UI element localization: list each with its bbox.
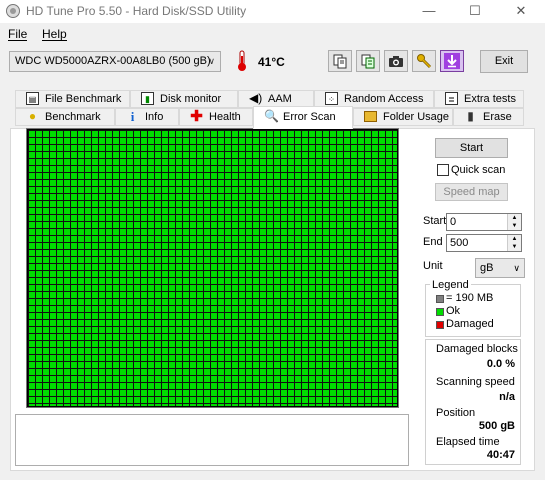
tab-extra-tests[interactable]: ≣ Extra tests (434, 90, 524, 108)
file-benchmark-icon: ▤ (26, 91, 39, 105)
tab-label: Health (209, 111, 241, 123)
start-button[interactable]: Start (435, 138, 508, 158)
scan-log-area[interactable] (15, 414, 409, 466)
folder-icon (364, 110, 377, 122)
menu-file[interactable]: File (8, 27, 28, 41)
scanning-speed-value: n/a (499, 391, 515, 403)
tab-label: Extra tests (464, 93, 516, 105)
drive-select-value: WDC WD5000AZRX-00A8LB0 (500 gB) (15, 55, 211, 67)
tab-label: Erase (483, 111, 512, 123)
thermometer-icon (238, 50, 246, 71)
damaged-blocks-label: Damaged blocks (436, 343, 518, 355)
copy-button[interactable] (328, 50, 352, 72)
quick-scan-checkbox[interactable] (437, 164, 449, 176)
speaker-icon: ◀) (249, 90, 263, 105)
position-label: Position (436, 407, 476, 419)
lightbulb-icon: ● (28, 108, 37, 123)
tab-health[interactable]: ✚ Health (179, 108, 253, 126)
unit-label: Unit (423, 260, 443, 272)
scan-block-grid (26, 128, 399, 408)
end-spinbox[interactable]: 500 ▲ ▼ (446, 234, 522, 252)
health-cross-icon: ✚ (190, 107, 203, 125)
tab-label: Disk monitor (160, 93, 222, 105)
exit-button[interactable]: Exit (480, 50, 528, 73)
tab-label: Benchmark (45, 111, 101, 123)
spin-down-icon: ▼ (508, 222, 521, 230)
tab-label: File Benchmark (45, 93, 122, 105)
tab-label: Random Access (344, 93, 424, 105)
legend-swatch-ok (436, 308, 444, 316)
window-title: HD Tune Pro 5.50 - Hard Disk/SSD Utility (26, 4, 247, 18)
end-spin-arrows[interactable]: ▲ ▼ (507, 235, 521, 251)
maximize-button[interactable]: ☐ (452, 0, 498, 22)
tab-disk-monitor[interactable]: ▮ Disk monitor (130, 90, 238, 108)
tab-label: Error Scan (283, 111, 336, 123)
legend-ok: Ok (446, 305, 461, 317)
tab-label: AAM (268, 93, 292, 105)
start-spin-arrows[interactable]: ▲ ▼ (507, 214, 521, 230)
tab-label: Folder Usage (383, 111, 450, 123)
copy-info-icon (361, 54, 375, 69)
wrench-icon (417, 54, 432, 69)
chevron-down-icon: ∨ (513, 263, 520, 273)
scan-blocks (28, 130, 397, 406)
start-label: Start (423, 215, 447, 227)
app-icon (6, 4, 20, 18)
random-access-icon: ⁘ (325, 91, 338, 105)
unit-select[interactable]: gB ∨ (475, 258, 525, 278)
chevron-down-icon: ∨ (208, 56, 215, 66)
damaged-blocks-value: 0.0 % (486, 358, 515, 370)
legend-damaged: Damaged (446, 318, 494, 330)
spin-down-icon: ▼ (508, 243, 521, 251)
save-button[interactable] (440, 50, 464, 72)
download-icon (444, 53, 460, 69)
temperature-readout: 41°C (258, 55, 285, 69)
minimize-button[interactable]: — (406, 0, 452, 22)
disk-monitor-icon: ▮ (141, 91, 154, 105)
spin-up-icon: ▲ (508, 235, 521, 243)
camera-icon (389, 56, 403, 67)
menu-help[interactable]: Help (42, 27, 67, 41)
menu-help-label: Help (42, 27, 67, 41)
copy-icon (333, 54, 347, 69)
extra-tests-icon: ≣ (445, 91, 458, 105)
end-label: End (423, 236, 443, 248)
magnifier-icon: 🔍 (264, 108, 279, 123)
menu-bar (0, 23, 545, 43)
trash-icon: ▮ (467, 108, 474, 123)
menu-file-label: File (8, 27, 28, 41)
tab-info[interactable]: i Info (115, 108, 179, 126)
tab-erase[interactable]: ▮ Erase (453, 108, 524, 126)
close-button[interactable]: ✕ (498, 0, 544, 22)
legend-swatch-block-size (436, 295, 444, 303)
tab-file-benchmark[interactable]: ▤ File Benchmark (15, 90, 130, 108)
scanning-speed-label: Scanning speed (436, 376, 515, 388)
unit-value: gB (480, 262, 494, 274)
copy-info-button[interactable] (356, 50, 380, 72)
tab-benchmark[interactable]: ● Benchmark (15, 108, 115, 126)
position-value: 500 gB (478, 420, 515, 432)
screenshot-button[interactable] (384, 50, 408, 72)
drive-select[interactable]: WDC WD5000AZRX-00A8LB0 (500 gB) ∨ (9, 51, 221, 72)
legend-swatch-damaged (436, 321, 444, 329)
elapsed-time-label: Elapsed time (436, 436, 500, 448)
start-spinbox[interactable]: 0 ▲ ▼ (446, 213, 522, 231)
spin-up-icon: ▲ (508, 214, 521, 222)
options-button[interactable] (412, 50, 436, 72)
end-value: 500 (450, 237, 469, 249)
tab-folder-usage[interactable]: Folder Usage (353, 108, 453, 126)
elapsed-time-value: 40:47 (486, 449, 515, 461)
legend-title: Legend (430, 279, 471, 291)
start-value: 0 (450, 216, 457, 228)
quick-scan-label: Quick scan (451, 164, 506, 176)
tab-label: Info (145, 111, 164, 123)
legend-block-size: = 190 MB (446, 292, 494, 304)
speed-map-button[interactable]: Speed map (435, 183, 508, 201)
tab-error-scan[interactable]: 🔍 Error Scan (253, 106, 353, 129)
info-icon: i (130, 108, 135, 124)
